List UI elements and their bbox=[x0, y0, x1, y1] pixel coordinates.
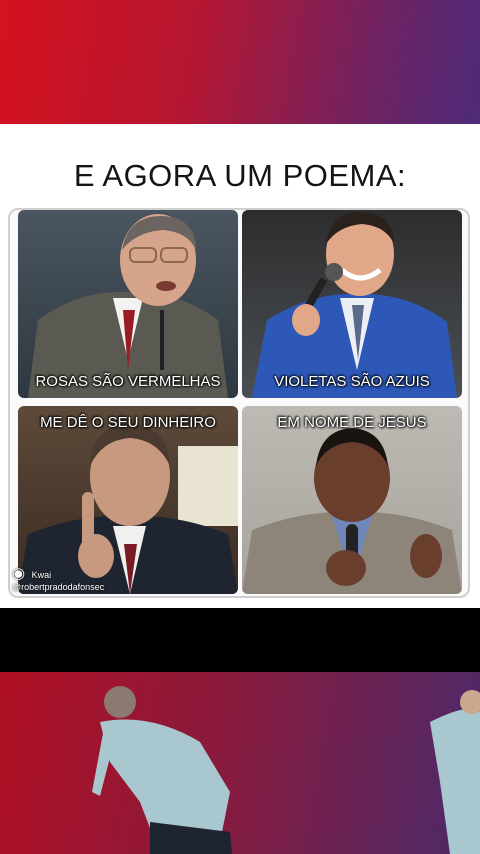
meme-title: E AGORA UM POEMA: bbox=[73, 158, 407, 193]
panel-caption: EM NOME DE JESUS bbox=[277, 414, 427, 431]
meme-image: E AGORA UM POEMA: ROSAS SÃO VERMELHAS VI… bbox=[0, 124, 480, 608]
panel-caption: ME DÊ O SEU DINHEIRO bbox=[40, 414, 216, 431]
panel-roses: ROSAS SÃO VERMELHAS bbox=[18, 210, 238, 398]
man-holding-microphone-illustration bbox=[242, 428, 462, 594]
kwai-logo-icon: ◉ bbox=[12, 565, 26, 582]
panel-violets: VIOLETAS SÃO AZUIS bbox=[242, 210, 462, 398]
man-speaking-illustration bbox=[28, 214, 228, 398]
dancing-people-illustration bbox=[92, 686, 480, 854]
watermark-handle: @robertpradodafonsec bbox=[12, 582, 105, 592]
meme-panel-grid: ROSAS SÃO VERMELHAS VIOLETAS SÃO AZUIS M… bbox=[8, 208, 470, 598]
panel-jesus: EM NOME DE JESUS bbox=[242, 406, 462, 594]
watermark-app-name: Kwai bbox=[31, 570, 52, 580]
gradient-background-bottom bbox=[0, 672, 480, 854]
black-band bbox=[0, 608, 480, 672]
man-with-microphone-illustration bbox=[252, 211, 457, 398]
panel-caption: ROSAS SÃO VERMELHAS bbox=[35, 373, 221, 390]
panel-caption: VIOLETAS SÃO AZUIS bbox=[274, 373, 430, 390]
kwai-watermark: ◉ Kwai @robertpradodafonsec bbox=[12, 564, 172, 592]
gradient-background-top bbox=[0, 0, 480, 124]
